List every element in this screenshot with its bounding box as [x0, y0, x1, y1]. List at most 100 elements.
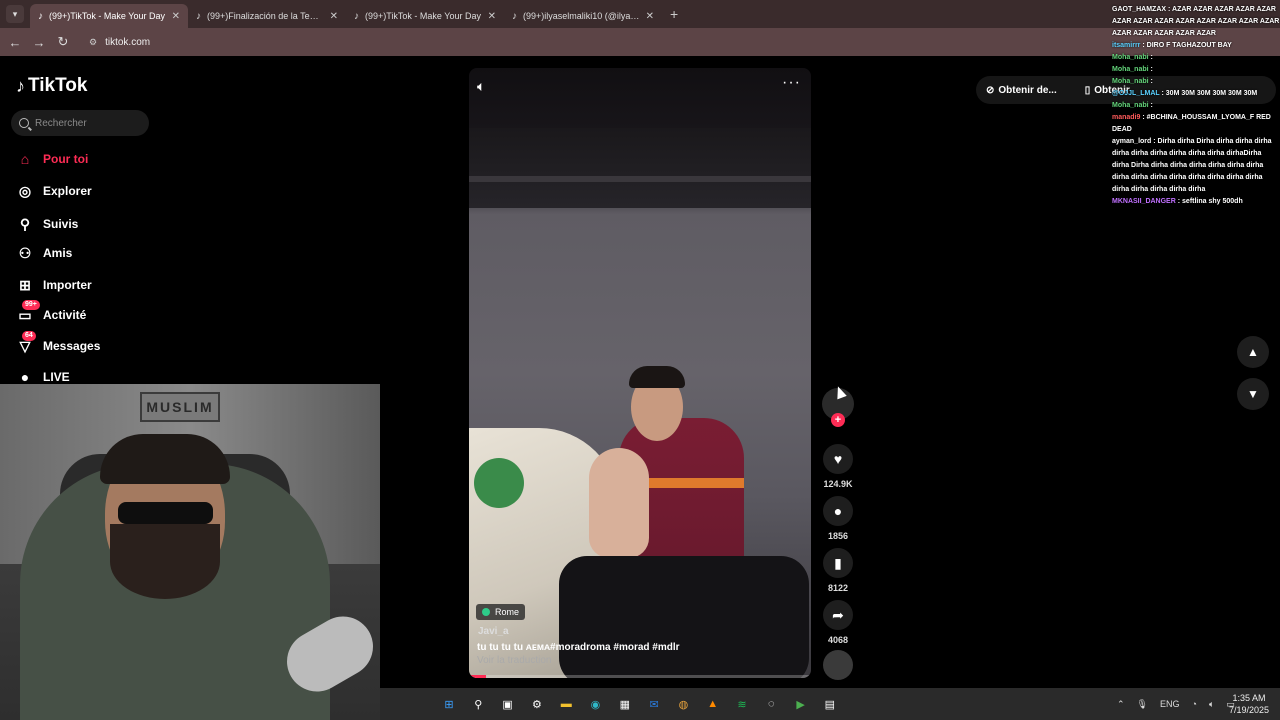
back-arrow-icon[interactable]: ←	[3, 35, 27, 50]
video-player[interactable]: 🔈︎ ··· Rome Javi_a tu tu tu tu ᴀᴇᴍᴀ#mora…	[469, 68, 811, 678]
see-translation-link[interactable]: Voir la traduction	[477, 655, 552, 666]
video-progress-bar[interactable]	[469, 675, 811, 678]
windows-start-icon[interactable]: ⊞	[438, 693, 460, 715]
heart-icon: ♥	[823, 444, 853, 474]
vlc-icon[interactable]: ▲	[702, 693, 724, 715]
sidebar-item-suivis[interactable]: ⚲ Suivis	[16, 215, 79, 233]
activity-icon: ▭ 99+	[16, 300, 40, 324]
outlook-icon[interactable]: ✉	[643, 693, 665, 715]
music-disc-icon[interactable]	[823, 650, 853, 680]
sidebar-item-pour-toi[interactable]: ⌂ Pour toi	[16, 150, 89, 168]
chat-text: seftlina shy 500dh	[1182, 198, 1243, 205]
taskbar-clock[interactable]: 1:35 AM 7/19/2025	[1226, 692, 1272, 716]
steam-icon[interactable]: ◌	[760, 693, 782, 715]
site-info-icon[interactable]: ⚙	[89, 37, 97, 48]
search-input[interactable]	[35, 117, 135, 129]
browser-tab-1[interactable]: ♪ (99+)TikTok - Make Your Day ✕	[30, 4, 188, 28]
tab-search-chevron-down-icon[interactable]: ▾	[6, 5, 24, 23]
new-tab-plus-icon[interactable]: +	[670, 6, 678, 22]
next-video-chevron-down-icon[interactable]: ▼	[1237, 378, 1269, 410]
more-options-icon[interactable]: ···	[782, 74, 801, 92]
streamer-webcam: MUSLIM	[0, 384, 380, 720]
chat-message: Moha_nabi :	[1112, 54, 1153, 61]
spotify-icon[interactable]: ≋	[731, 693, 753, 715]
sidebar-item-label: LIVE	[43, 370, 70, 384]
close-icon[interactable]: ✕	[488, 11, 496, 22]
sidebar-item-label: Messages	[43, 339, 101, 353]
chat-username: Moha_nabi	[1112, 102, 1149, 109]
streamer-hair	[100, 434, 230, 484]
search-icon[interactable]	[19, 118, 29, 128]
windows-taskbar: ⊞ ⚲ ▣ ⚙ ▬ ◉ ▦ ✉ ◍ ▲ ≋ ◌ ▶ ▤ ⌃ 🎙︎ ENG ◔ 🔈︎ ▭	[380, 688, 1280, 720]
sidebar-item-activite[interactable]: ▭ 99+ Activité	[16, 300, 86, 324]
close-icon[interactable]: ✕	[172, 11, 180, 22]
video-flag-green	[474, 458, 524, 508]
chat-username: Moha_nabi	[1112, 66, 1149, 73]
sidebar-item-explorer[interactable]: ◎ Explorer	[16, 182, 92, 200]
location-text: Rome	[495, 607, 520, 617]
browser-tab-2[interactable]: ♪ (99+)Finalización de la Temporada ✕	[188, 4, 346, 28]
store-icon[interactable]: ▦	[614, 693, 636, 715]
chat-message: MKNASII_DANGER : seftlina shy 500dh	[1112, 198, 1243, 205]
video-progress-fill	[469, 675, 487, 678]
microphone-icon[interactable]: 🎙︎	[1137, 699, 1148, 710]
chat-username: Moha_nabi	[1112, 54, 1149, 61]
close-icon[interactable]: ✕	[646, 11, 654, 22]
browser-tab-3[interactable]: ♪ (99+)TikTok - Make Your Day ✕	[346, 4, 504, 28]
get-desktop-app-button[interactable]: ⊘ Obtenir de...	[986, 85, 1071, 96]
like-button[interactable]: ♥ 124.9K	[818, 444, 858, 489]
chat-message: itsamirrr : DIRO F TAGHAZOUT BAY	[1112, 42, 1232, 49]
chat-username: itsamirrr	[1112, 42, 1141, 49]
address-bar[interactable]: ⚙ tiktok.com	[81, 32, 158, 52]
friends-icon: ⚇	[18, 244, 32, 261]
sidebar-item-label: Pour toi	[43, 152, 89, 166]
obs-icon[interactable]: ▶	[790, 693, 812, 715]
following-icon: ⚲	[19, 215, 31, 232]
chat-message: manadi9 : #BCHINA_HOUSSAM_LYOMA_F RED DE…	[1112, 114, 1271, 133]
chevron-up-icon[interactable]: ⌃	[1117, 699, 1125, 710]
comment-count: 1856	[827, 531, 849, 541]
wifi-icon[interactable]: ◔	[1192, 699, 1197, 709]
chrome-icon[interactable]: ◍	[672, 693, 694, 715]
chat-message: Moha_nabi :	[1112, 66, 1153, 73]
calculator-icon[interactable]: ▤	[819, 693, 841, 715]
sidebar-item-amis[interactable]: ⚇ Amis	[16, 244, 73, 262]
messages-icon: ▽ 64	[16, 331, 36, 355]
save-button[interactable]: ▮ 8122	[818, 548, 858, 593]
video-waving-hand	[589, 448, 649, 558]
task-view-icon[interactable]: ▣	[497, 693, 519, 715]
volume-icon[interactable]: 🔈︎	[477, 78, 485, 95]
share-count: 4068	[827, 635, 849, 645]
tiktok-favicon-icon: ♪	[512, 10, 517, 22]
sidebar-item-messages[interactable]: ▽ 64 Messages	[16, 331, 101, 355]
chat-message: GAOT_HAMZAX : AZAR AZAR AZAR AZAR AZAR A…	[1112, 6, 1280, 37]
clock-date: 7/19/2025	[1228, 705, 1270, 715]
chat-username: GAOT_HAMZAX	[1112, 6, 1167, 13]
file-explorer-icon[interactable]: ▬	[555, 693, 577, 715]
comment-button[interactable]: ● 1856	[818, 496, 858, 541]
follow-plus-icon[interactable]: +	[831, 413, 845, 427]
share-button[interactable]: ➦ 4068	[818, 600, 858, 645]
browser-tab-4[interactable]: ♪ (99+)ilyaselmaliki10 (@ilyaselmaliki10…	[504, 4, 662, 28]
reload-icon[interactable]: ↻	[51, 34, 75, 50]
upload-icon: ⊞	[19, 276, 31, 293]
forward-arrow-icon[interactable]: →	[27, 35, 51, 50]
video-caption: tu tu tu tu ᴀᴇᴍᴀ#moradroma #morad #mdlr	[477, 642, 680, 653]
share-arrow-icon: ➦	[823, 600, 853, 630]
sunglasses	[118, 502, 213, 524]
sidebar-item-label: Suivis	[43, 217, 79, 231]
search-icon[interactable]: ⚲	[467, 693, 489, 715]
video-author[interactable]: Javi_a	[478, 626, 509, 637]
previous-video-chevron-up-icon[interactable]: ▲	[1237, 336, 1269, 368]
chat-message: Moha_nabi :	[1112, 78, 1153, 85]
volume-icon[interactable]: 🔈︎	[1209, 699, 1214, 710]
edge-icon[interactable]: ◉	[584, 693, 606, 715]
sidebar-item-label: Amis	[43, 246, 73, 260]
settings-icon[interactable]: ⚙	[526, 693, 548, 715]
close-icon[interactable]: ✕	[330, 11, 338, 22]
taskbar-icons: ⊞ ⚲ ▣ ⚙ ▬ ◉ ▦ ✉ ◍ ▲ ≋ ◌ ▶ ▤	[438, 693, 848, 715]
sidebar-item-importer[interactable]: ⊞ Importer	[16, 276, 92, 294]
location-tag[interactable]: Rome	[476, 604, 526, 620]
language-indicator[interactable]: ENG	[1160, 699, 1180, 709]
tiktok-logo[interactable]: ♪ TikTok	[16, 75, 87, 97]
